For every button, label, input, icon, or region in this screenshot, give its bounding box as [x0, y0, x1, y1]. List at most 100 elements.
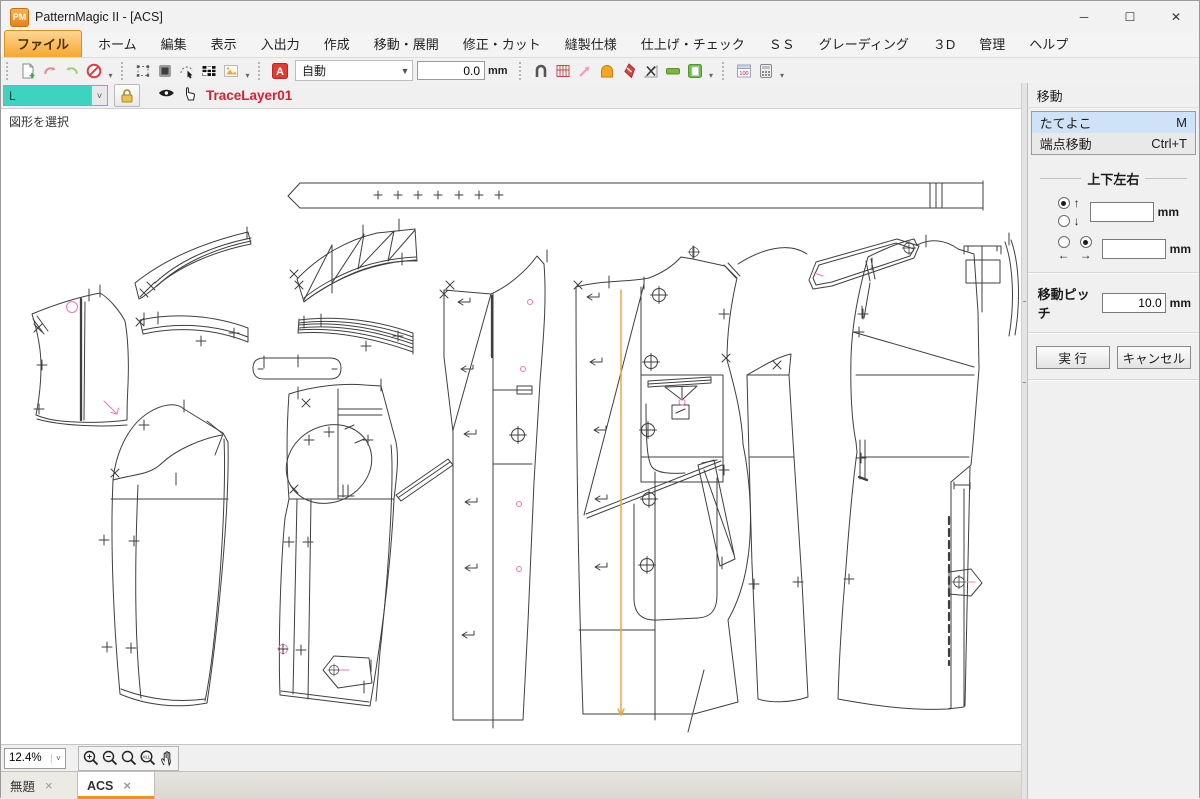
horizontal-distance-input[interactable]	[1102, 239, 1166, 259]
piece-side-panel[interactable]	[738, 248, 808, 702]
menu-modify-cut[interactable]: 修正・カット	[451, 31, 553, 57]
command-endpoint-move[interactable]: 端点移動 Ctrl+T	[1032, 133, 1195, 154]
close-icon[interactable]: ×	[45, 778, 53, 793]
piece-upper-sleeve[interactable]	[272, 379, 453, 706]
green-bar-icon[interactable]	[662, 60, 684, 82]
new-document-icon[interactable]	[17, 60, 39, 82]
toolbar-grip[interactable]	[6, 62, 13, 80]
menu-help[interactable]: ヘルプ	[1017, 31, 1080, 57]
menu-create[interactable]: 作成	[312, 31, 362, 57]
red-pin-icon[interactable]	[618, 60, 640, 82]
toolbar-grip[interactable]	[121, 62, 128, 80]
cancel-button[interactable]: キャンセル	[1117, 346, 1191, 369]
menu-sewing-spec[interactable]: 縫製仕様	[553, 31, 629, 57]
font-color-icon[interactable]: A	[269, 60, 291, 82]
piece-collar-band[interactable]	[135, 227, 251, 299]
toolbar-grip[interactable]	[258, 62, 265, 80]
tab-untitled[interactable]: 無題 ×	[1, 772, 78, 799]
radio-right[interactable]	[1080, 236, 1092, 248]
offset-value-input[interactable]	[417, 61, 485, 80]
green-page-icon[interactable]	[684, 60, 706, 82]
menu-move-expand[interactable]: 移動・展開	[362, 31, 451, 57]
hand-pointer-icon	[183, 85, 196, 101]
layer-selector[interactable]: L ˅	[3, 85, 108, 106]
piece-back-panel[interactable]	[838, 235, 979, 709]
menu-io[interactable]: 入出力	[249, 31, 312, 57]
piece-jacket-front[interactable]	[574, 246, 750, 732]
close-button[interactable]: ✕	[1153, 1, 1199, 33]
move-pitch-input[interactable]	[1102, 293, 1166, 313]
layer-pick-button[interactable]	[183, 85, 196, 106]
vertical-distance-input[interactable]	[1090, 202, 1154, 222]
undo-icon[interactable]	[39, 60, 61, 82]
orange-dome-icon[interactable]	[596, 60, 618, 82]
pattern-canvas[interactable]: 図形を選択	[1, 109, 1021, 744]
piece-pentagon-tab[interactable]	[949, 569, 982, 596]
piece-epaulette[interactable]	[809, 239, 919, 318]
menu-file[interactable]: ファイル	[4, 30, 82, 57]
layer-visibility-button[interactable]	[158, 86, 175, 105]
maximize-button[interactable]: ☐	[1107, 1, 1153, 33]
chevron-down-icon: ˅	[91, 86, 107, 105]
calculator-icon[interactable]	[755, 60, 777, 82]
zoom-all-button[interactable]: ALL	[138, 748, 157, 768]
layer-lock-button[interactable]	[114, 84, 140, 107]
toolbar-grip[interactable]	[519, 62, 526, 80]
title-bar: PM PatternMagic II - [ACS] ─ ☐ ✕	[1, 1, 1199, 33]
cancel-command-icon[interactable]	[83, 60, 105, 82]
piece-edge-curve[interactable]	[1005, 233, 1018, 336]
redo-icon[interactable]	[61, 60, 83, 82]
seam-grid-icon[interactable]	[552, 60, 574, 82]
snap-mode-combo[interactable]: 自動▼	[295, 60, 413, 81]
grid-table-icon[interactable]	[198, 60, 220, 82]
execute-button[interactable]: 実 行	[1036, 346, 1110, 369]
menu-home[interactable]: ホーム	[86, 31, 149, 57]
active-layer-name[interactable]: TraceLayer01	[206, 88, 292, 103]
radio-up[interactable]	[1058, 197, 1070, 209]
tools-dropdown-icon[interactable]: ▾	[706, 60, 717, 82]
piece-button-tab[interactable]	[964, 246, 1001, 312]
minimize-button[interactable]: ─	[1061, 1, 1107, 33]
select-dropdown-icon[interactable]: ▾	[242, 60, 253, 82]
piece-front-facing[interactable]	[440, 250, 547, 728]
piece-belt[interactable]	[288, 181, 983, 210]
radio-down[interactable]	[1058, 215, 1070, 227]
image-icon[interactable]	[220, 60, 242, 82]
menu-manage[interactable]: 管理	[967, 31, 1017, 57]
piece-collar-zigzag[interactable]	[290, 219, 417, 302]
misc-dropdown-icon[interactable]: ▾	[777, 60, 788, 82]
menu-finish-check[interactable]: 仕上げ・チェック	[629, 31, 757, 57]
zoom-window-button[interactable]	[119, 748, 138, 768]
toolbar-grip[interactable]	[722, 62, 729, 80]
ruler-x-icon[interactable]	[640, 60, 662, 82]
menu-view[interactable]: 表示	[199, 31, 249, 57]
piece-multistrip[interactable]	[298, 314, 413, 354]
lasso-select-icon[interactable]	[176, 60, 198, 82]
pink-arrow-icon[interactable]	[574, 60, 596, 82]
close-icon[interactable]: ×	[123, 778, 131, 793]
command-tateyoko[interactable]: たてよこ M	[1032, 112, 1195, 133]
tab-acs[interactable]: ACS ×	[78, 772, 155, 799]
pattern-drawing[interactable]	[1, 109, 1021, 744]
calendar-icon[interactable]: 100	[733, 60, 755, 82]
magnet-snap-icon[interactable]	[530, 60, 552, 82]
piece-bodice-left[interactable]	[32, 285, 128, 426]
menu-3d[interactable]: ３D	[921, 31, 967, 57]
zoom-bar: 12.4% ˅ ALL	[1, 744, 1021, 771]
menu-ss[interactable]: ＳＳ	[757, 31, 807, 57]
piece-under-sleeve[interactable]	[99, 400, 228, 706]
pan-hand-button[interactable]	[157, 748, 176, 768]
menu-edit[interactable]: 編集	[149, 31, 199, 57]
select-rectangle-icon[interactable]	[132, 60, 154, 82]
window-title: PatternMagic II - [ACS]	[35, 10, 163, 24]
zoom-in-button[interactable]	[81, 748, 100, 768]
piece-stadium-band[interactable]	[253, 355, 341, 379]
filled-select-icon[interactable]	[154, 60, 176, 82]
menu-grading[interactable]: グレーディング	[807, 31, 921, 57]
piece-strip-left[interactable]	[136, 312, 248, 346]
zoom-level-combo[interactable]: 12.4% ˅	[4, 748, 66, 769]
zoom-out-button[interactable]	[100, 748, 119, 768]
undo-dropdown-icon[interactable]: ▾	[105, 60, 116, 82]
radio-left[interactable]	[1058, 236, 1070, 248]
svg-text:100: 100	[739, 70, 748, 76]
